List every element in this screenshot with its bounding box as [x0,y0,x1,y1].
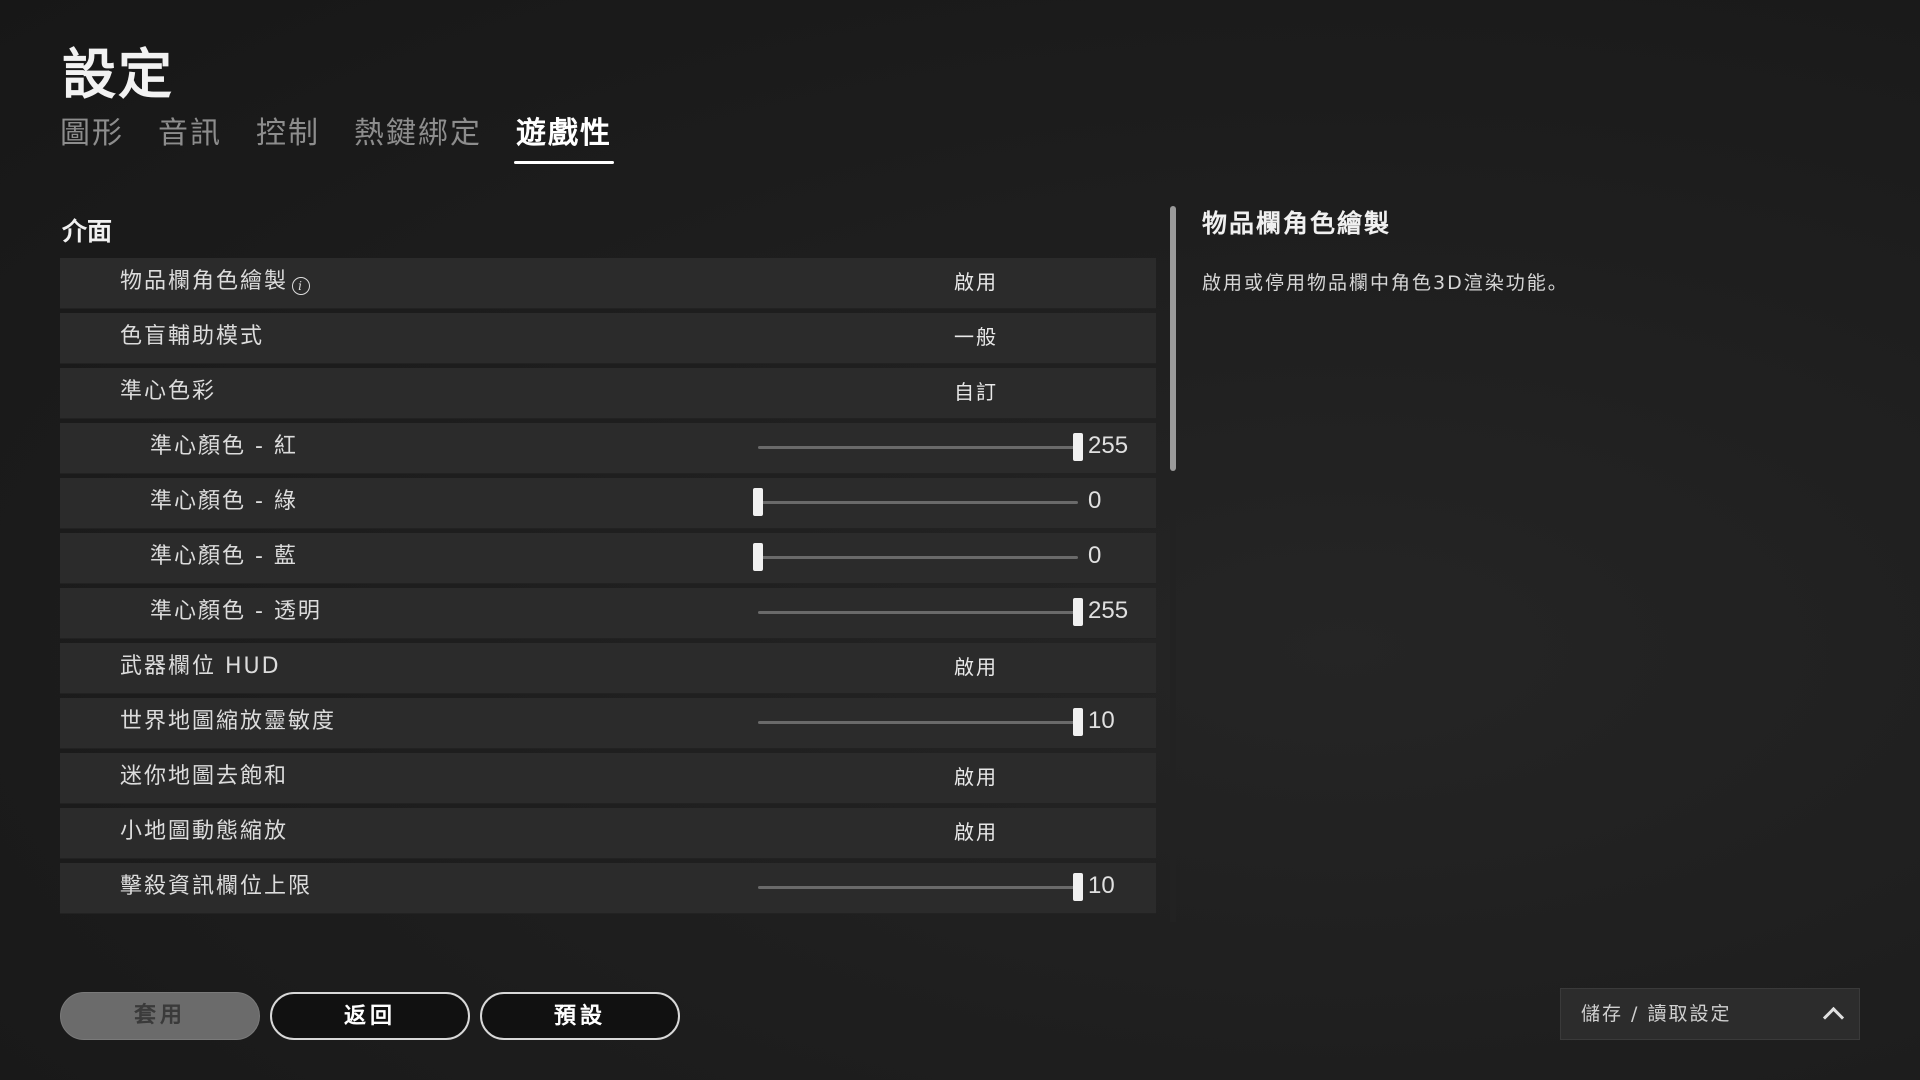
settings-screen: 設定 圖形 音訊 控制 熱鍵綁定 遊戲性 介面 物品欄角色繪製 i 啟用 色盲輔助模式… [0,0,1920,1080]
setting-row[interactable]: 世界地圖縮放靈敏度 10 [60,698,1156,749]
settings-scrollbar[interactable] [1170,206,1176,922]
back-button[interactable]: 返回 [270,992,470,1040]
slider-track[interactable] [758,611,1078,614]
setting-value[interactable]: 自訂 [896,368,1056,416]
setting-row[interactable]: 準心顏色 - 紅 255 [60,423,1156,474]
slider-thumb[interactable] [1073,598,1083,626]
setting-label-text: 準心顏色 - 紅 [150,434,298,459]
settings-tabs: 圖形 音訊 控制 熱鍵綁定 遊戲性 [60,108,646,164]
slider-thumb[interactable] [753,543,763,571]
setting-row[interactable]: 武器欄位 HUD 啟用 [60,643,1156,694]
slider-value: 10 [1088,872,1115,899]
slider-thumb[interactable] [753,488,763,516]
tab-gameplay[interactable]: 遊戲性 [514,108,614,164]
default-button[interactable]: 預設 [480,992,680,1040]
setting-label-text: 世界地圖縮放靈敏度 [120,709,337,734]
setting-label-text: 準心色彩 [120,379,217,404]
setting-label: 準心色彩 [120,368,216,416]
setting-slider[interactable]: 10 [758,707,1136,736]
apply-button[interactable]: 套用 [60,992,260,1040]
info-icon[interactable]: i [292,277,311,295]
slider-value: 10 [1088,707,1115,734]
setting-label-text: 準心顏色 - 綠 [150,489,298,514]
slider-track[interactable] [758,721,1078,724]
setting-value[interactable]: 啟用 [896,258,1056,306]
setting-label: 準心顏色 - 透明 [150,588,322,636]
slider-thumb[interactable] [1073,433,1083,461]
slider-value: 255 [1088,432,1129,459]
setting-value[interactable]: 啟用 [896,643,1056,691]
chevron-up-icon [1822,1006,1845,1029]
setting-row[interactable]: 準心顏色 - 透明 255 [60,588,1156,639]
setting-label-text: 準心顏色 - 透明 [150,599,322,624]
setting-slider[interactable]: 0 [753,542,1136,571]
setting-value[interactable]: 一般 [896,313,1056,361]
slider-track[interactable] [758,446,1078,449]
page-title: 設定 [62,43,174,106]
description-title: 物品欄角色繪製 [1202,209,1392,238]
setting-label: 物品欄角色繪製 i [120,258,311,306]
setting-label-text: 準心顏色 - 藍 [150,544,298,569]
scrollbar-thumb[interactable] [1170,206,1176,471]
setting-label-text: 迷你地圖去飽和 [120,764,289,789]
save-load-settings-dropdown[interactable]: 儲存 / 讀取設定 [1560,988,1860,1040]
slider-track[interactable] [758,556,1078,559]
tab-audio[interactable]: 音訊 [158,108,222,160]
setting-row[interactable]: 準心顏色 - 綠 0 [60,478,1156,529]
setting-label: 色盲輔助模式 [120,313,264,361]
setting-slider[interactable]: 255 [758,597,1136,626]
setting-label-text: 擊殺資訊欄位上限 [120,874,313,899]
setting-label: 準心顏色 - 紅 [150,423,298,471]
slider-track[interactable] [758,501,1078,504]
setting-label-text: 武器欄位 HUD [120,654,281,679]
setting-label: 武器欄位 HUD [120,643,281,691]
setting-row[interactable]: 物品欄角色繪製 i 啟用 [60,258,1156,309]
setting-label-text: 小地圖動態縮放 [120,819,289,844]
setting-row[interactable]: 準心顏色 - 藍 0 [60,533,1156,584]
settings-list: 物品欄角色繪製 i 啟用 色盲輔助模式 一般 準心色彩 自訂 準心顏色 - 紅 255 準心顏色 … [60,258,1156,923]
setting-slider[interactable]: 10 [758,872,1136,901]
setting-value[interactable]: 啟用 [896,808,1056,856]
setting-row[interactable]: 色盲輔助模式 一般 [60,313,1156,364]
tab-graphics[interactable]: 圖形 [60,108,124,160]
tab-controls[interactable]: 控制 [256,108,320,160]
setting-label-text: 色盲輔助模式 [120,324,265,349]
description-text: 啟用或停用物品欄中角色3D渲染功能。 [1202,272,1569,294]
slider-thumb[interactable] [1073,873,1083,901]
setting-row[interactable]: 準心色彩 自訂 [60,368,1156,419]
setting-label: 迷你地圖去飽和 [120,753,288,801]
setting-row[interactable]: 迷你地圖去飽和 啟用 [60,753,1156,804]
setting-label: 擊殺資訊欄位上限 [120,863,312,911]
setting-slider[interactable]: 0 [753,487,1136,516]
slider-track[interactable] [758,886,1078,889]
slider-value: 0 [1088,542,1102,569]
setting-label: 準心顏色 - 藍 [150,533,298,581]
setting-value[interactable]: 啟用 [896,753,1056,801]
slider-value: 0 [1088,487,1102,514]
tab-keybindings[interactable]: 熱鍵綁定 [354,108,482,160]
setting-slider[interactable]: 255 [758,432,1136,461]
setting-label: 世界地圖縮放靈敏度 [120,698,336,746]
slider-thumb[interactable] [1073,708,1083,736]
save-load-label: 儲存 / 讀取設定 [1581,1003,1732,1025]
setting-label: 小地圖動態縮放 [120,808,288,856]
setting-row[interactable]: 小地圖動態縮放 啟用 [60,808,1156,859]
setting-label: 準心顏色 - 綠 [150,478,298,526]
setting-row[interactable]: 擊殺資訊欄位上限 10 [60,863,1156,914]
slider-value: 255 [1088,597,1129,624]
setting-label-text: 物品欄角色繪製 [120,269,289,294]
section-title: 介面 [62,217,113,246]
